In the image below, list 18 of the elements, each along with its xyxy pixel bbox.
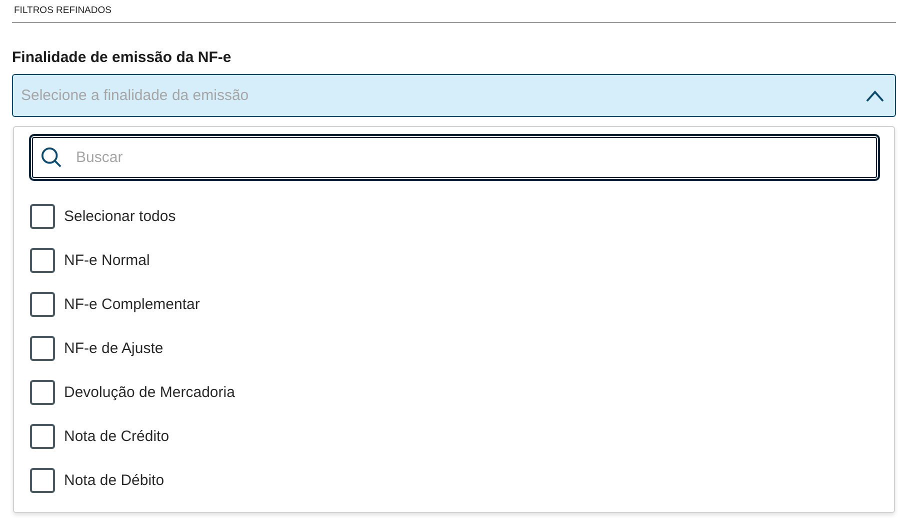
section-title: FILTROS REFINADOS <box>13 4 112 18</box>
field-label: Finalidade de emissão da NF-e <box>12 49 232 66</box>
checkbox[interactable] <box>30 468 55 492</box>
option-label[interactable]: Selecionar todos <box>64 208 176 224</box>
chevron-icon <box>865 90 885 102</box>
checkbox[interactable] <box>30 292 55 316</box>
checkbox[interactable] <box>30 204 55 228</box>
option-label[interactable]: NF-e Complementar <box>64 296 200 312</box>
search-field[interactable]: Buscar <box>29 134 880 181</box>
checkbox[interactable] <box>30 424 55 448</box>
checkbox[interactable] <box>30 336 55 360</box>
checkbox[interactable] <box>30 248 55 272</box>
option-label[interactable]: NF-e Normal <box>64 252 150 268</box>
option-label[interactable]: Nota de Débito <box>64 472 164 488</box>
option-label[interactable]: NF-e de Ajuste <box>64 340 164 356</box>
checkbox[interactable] <box>30 380 55 404</box>
option-label[interactable]: Devolução de Mercadoria <box>64 384 235 400</box>
option-label[interactable]: Nota de Crédito <box>64 428 170 444</box>
